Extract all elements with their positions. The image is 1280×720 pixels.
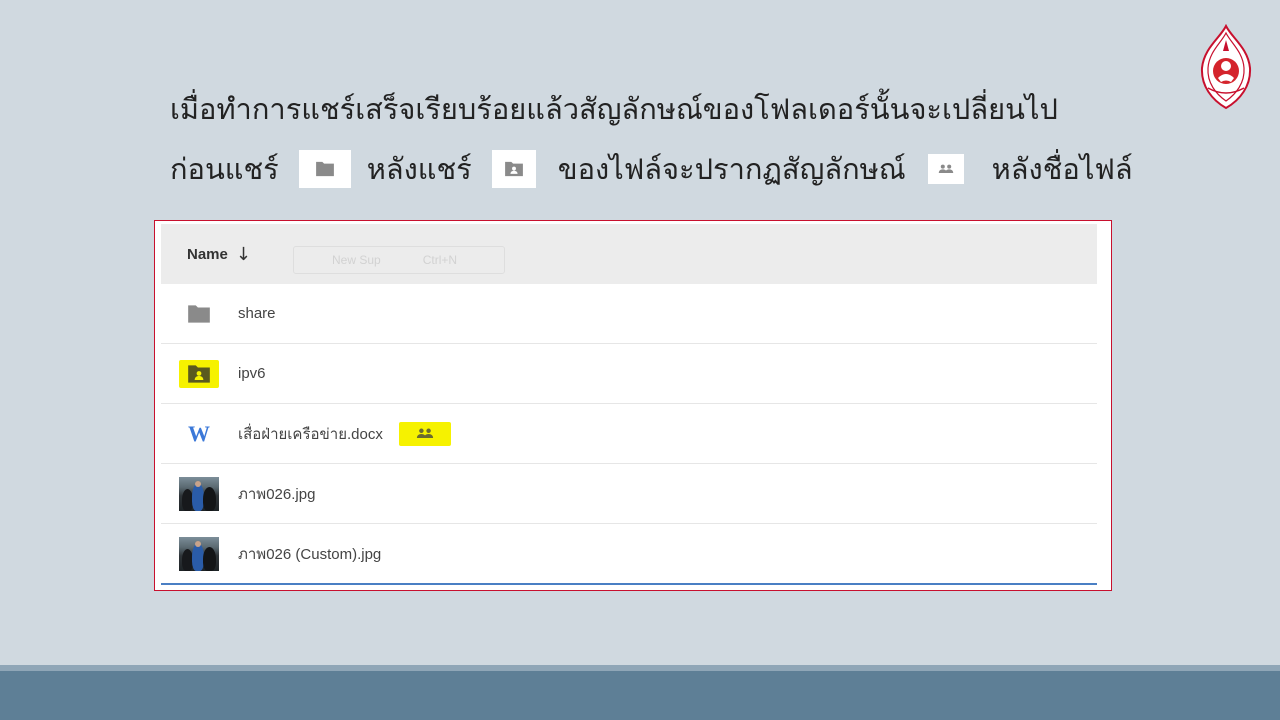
name-column-header[interactable]: Name — [187, 246, 228, 263]
word-glyph: W — [188, 420, 210, 446]
file-name: share — [238, 305, 276, 322]
list-header: Name ↓ New Sup Ctrl+N — [161, 224, 1097, 284]
shared-people-icon — [398, 421, 451, 446]
photo-thumbnail — [179, 536, 219, 571]
photo-thumbnail — [179, 476, 219, 511]
photo-thumbnail-image — [179, 536, 219, 571]
drive-file-list-screenshot: Name ↓ New Sup Ctrl+N share ipv6 W เสื่อ… — [154, 220, 1112, 591]
file-name: ภาพ026.jpg — [238, 485, 316, 503]
file-name: ภาพ026 (Custom).jpg — [238, 545, 382, 563]
after-share-label: หลังแชร์ — [366, 152, 472, 186]
folder-icon — [298, 150, 351, 188]
shared-folder-icon — [179, 359, 219, 388]
after-filename-label: หลังชื่อไฟล์ — [991, 152, 1133, 186]
folder-icon — [179, 300, 219, 328]
faded-menu-shortcut: Ctrl+N — [422, 253, 458, 267]
people-icon — [927, 154, 964, 184]
file-list: Name ↓ New Sup Ctrl+N share ipv6 W เสื่อ… — [161, 224, 1097, 585]
file-symbol-label: ของไฟล์จะปรากฏสัญลักษณ์ — [557, 152, 906, 186]
file-name: เสื่อฝ่ายเครือข่าย.docx — [238, 425, 383, 443]
word-doc-icon: W — [179, 420, 219, 448]
slide-heading-line1: เมื่อทำการแชร์เสร็จเรียบร้อยแล้วสัญลักษณ… — [170, 92, 1058, 126]
photo-thumbnail-image — [179, 476, 219, 511]
file-name: ipv6 — [238, 365, 266, 382]
slide-footer-bar — [0, 671, 1280, 720]
sort-down-arrow-icon[interactable]: ↓ — [236, 244, 251, 265]
file-row-share[interactable]: share — [161, 284, 1097, 344]
institution-seal-logo — [1200, 24, 1252, 110]
before-share-label: ก่อนแชร์ — [170, 152, 279, 186]
file-row-image-custom[interactable]: ภาพ026 (Custom).jpg — [161, 524, 1097, 585]
file-row-ipv6[interactable]: ipv6 — [161, 344, 1097, 404]
faded-context-menu: New Sup Ctrl+N — [293, 246, 505, 274]
slide-heading-line2: ก่อนแชร์ หลังแชร์ ของไฟล์จะปรากฏสัญลักษณ… — [170, 146, 1133, 192]
shared-folder-icon — [491, 150, 536, 188]
faded-menu-item: New Sup — [332, 253, 381, 267]
file-row-docx[interactable]: W เสื่อฝ่ายเครือข่าย.docx — [161, 404, 1097, 464]
file-row-image[interactable]: ภาพ026.jpg — [161, 464, 1097, 524]
